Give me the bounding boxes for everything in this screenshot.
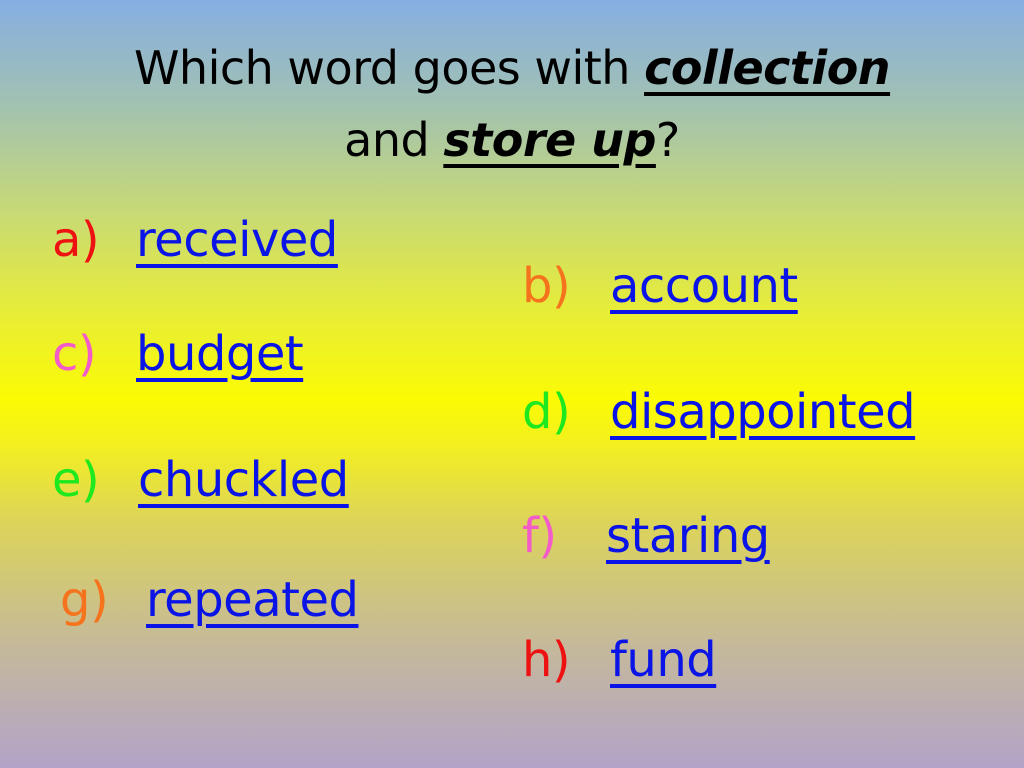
option-f[interactable]: f) staring [522, 508, 770, 564]
option-word[interactable]: repeated [146, 572, 359, 628]
keyword-store-up: store up [443, 113, 656, 167]
option-word[interactable]: fund [610, 632, 717, 688]
option-a[interactable]: a) received [52, 212, 338, 268]
question-line-1: Which word goes with collection [0, 40, 1024, 98]
option-b[interactable]: b) account [522, 258, 798, 314]
option-word[interactable]: account [610, 258, 798, 314]
option-word[interactable]: disappointed [610, 384, 916, 440]
option-letter: h) [522, 632, 571, 688]
question-suffix: ? [655, 113, 680, 167]
option-letter: g) [60, 572, 109, 628]
option-letter: d) [522, 384, 571, 440]
option-letter: a) [52, 212, 100, 268]
option-d[interactable]: d) disappointed [522, 384, 916, 440]
option-e[interactable]: e) chuckled [52, 452, 349, 508]
option-letter: c) [52, 326, 97, 382]
option-letter: e) [52, 452, 100, 508]
option-word[interactable]: chuckled [138, 452, 349, 508]
question-connector: and [344, 113, 430, 167]
option-g[interactable]: g) repeated [60, 572, 359, 628]
option-h[interactable]: h) fund [522, 632, 717, 688]
keyword-collection: collection [644, 41, 891, 95]
option-letter: b) [522, 258, 571, 314]
option-word[interactable]: received [136, 212, 338, 268]
option-c[interactable]: c) budget [52, 326, 304, 382]
option-word[interactable]: staring [606, 508, 770, 564]
option-word[interactable]: budget [136, 326, 304, 382]
question-line-2: and store up? [0, 112, 1024, 170]
question-prefix: Which word goes with [133, 41, 631, 95]
option-letter: f) [522, 508, 557, 564]
